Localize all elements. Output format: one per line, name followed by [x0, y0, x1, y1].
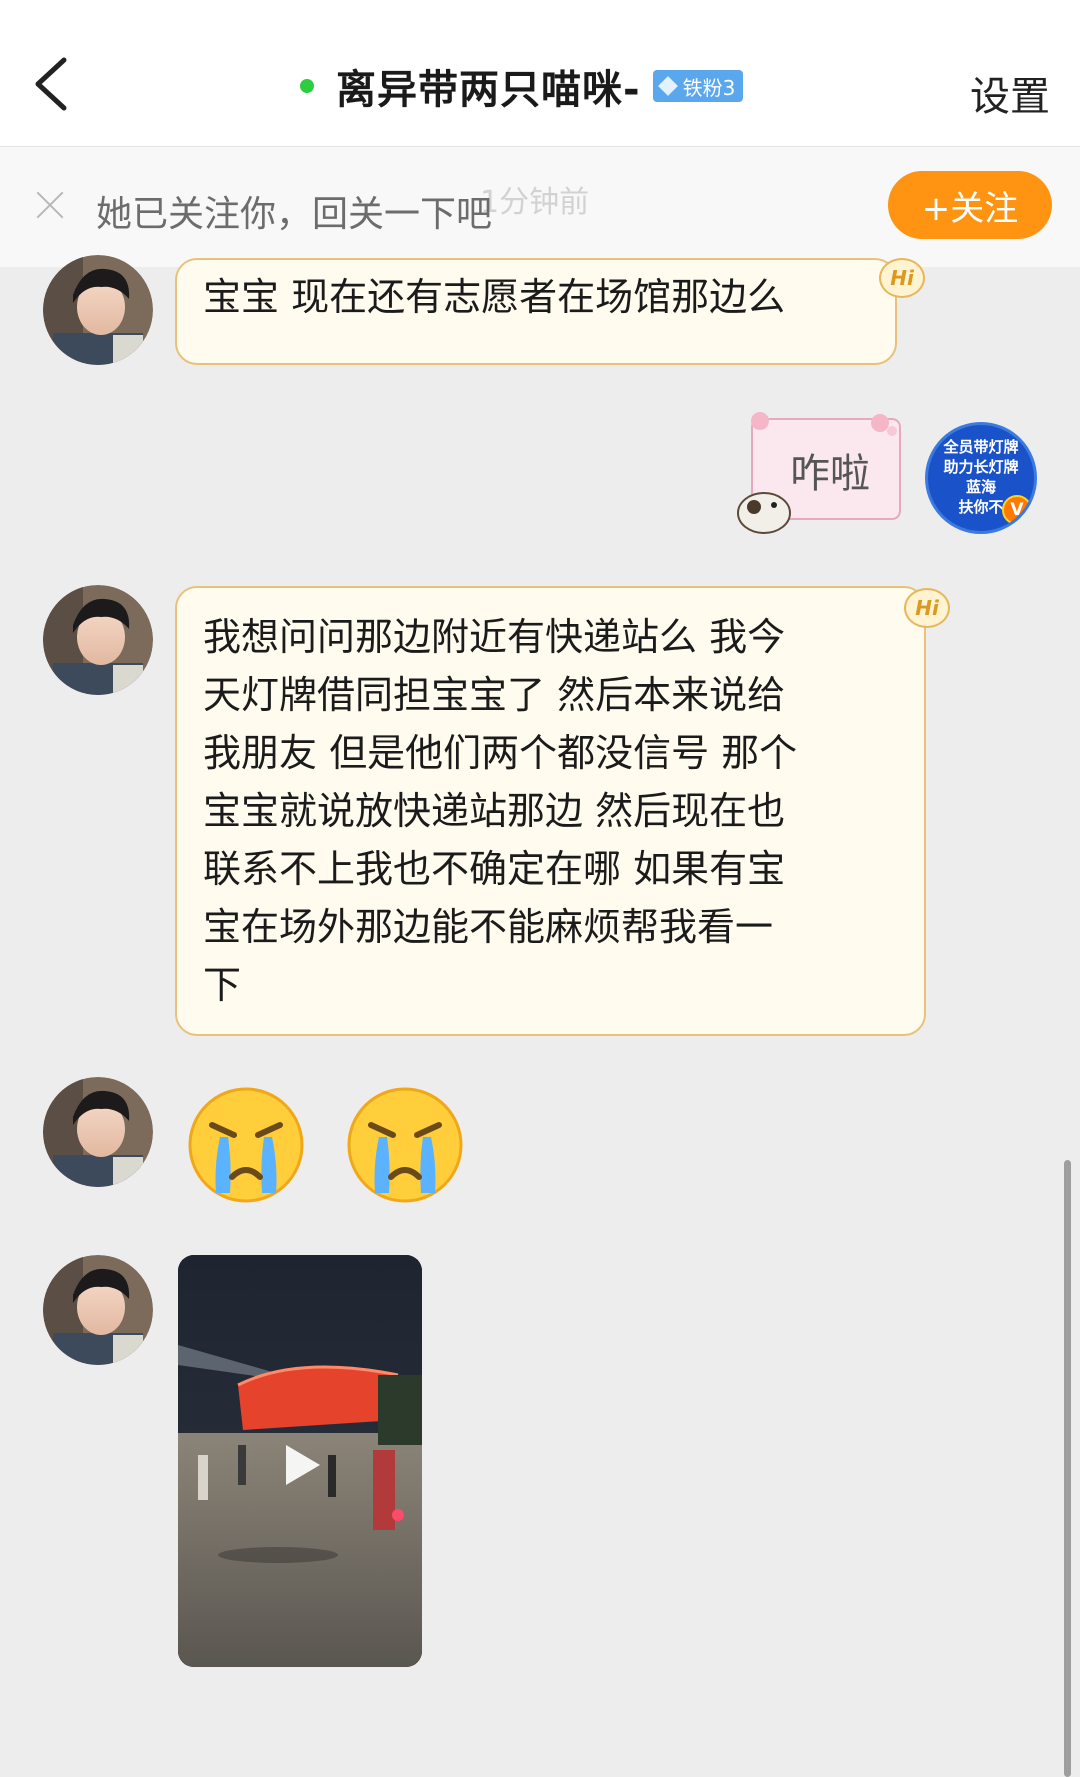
crying-face-icon[interactable]	[186, 1085, 306, 1205]
avatar-image	[43, 1255, 153, 1365]
video-message[interactable]	[178, 1255, 422, 1667]
fan-level-badge: 铁粉3	[652, 70, 744, 102]
close-icon[interactable]	[34, 189, 66, 221]
scrollbar[interactable]	[1064, 1160, 1071, 1777]
sender-avatar[interactable]	[43, 1255, 153, 1365]
fan-badge-label: 铁粉3	[682, 75, 736, 100]
avatar-image	[43, 255, 153, 365]
chevron-left-icon[interactable]	[28, 54, 78, 114]
verified-badge: V	[1002, 495, 1032, 525]
avatar-image	[43, 585, 153, 695]
chat-header: 离异带两只喵咪- 铁粉3 设置	[0, 0, 1080, 147]
message-line: 我朋友 但是他们两个都没信号 那个	[203, 731, 798, 775]
sender-avatar[interactable]	[43, 1077, 153, 1187]
message-line: 天灯牌借同担宝宝了 然后本来说给	[203, 673, 786, 717]
message-line: 我想问问那边附近有快递站么 我今	[203, 615, 786, 659]
online-status-dot	[300, 79, 314, 93]
play-icon[interactable]	[274, 1439, 326, 1491]
settings-button[interactable]: 设置	[970, 64, 1050, 122]
message-text: 宝宝 现在还有志愿者在场馆那边么	[203, 275, 786, 319]
message-line: 宝宝就说放快递站那边 然后现在也	[203, 789, 786, 833]
sender-avatar[interactable]	[43, 585, 153, 695]
message-line: 联系不上我也不确定在哪 如果有宝	[203, 847, 786, 891]
diamond-icon	[657, 76, 678, 96]
follow-button[interactable]: +关注	[888, 171, 1052, 239]
crying-face-icon[interactable]	[345, 1085, 465, 1205]
avatar-image	[43, 1077, 153, 1187]
hi-tag-icon: Hi	[879, 258, 925, 298]
sticker-message[interactable]: 咋啦	[730, 405, 910, 535]
message-line: 下	[203, 963, 242, 1007]
follow-back-bar: 1分钟前 她已关注你，回关一下吧 +关注	[0, 147, 1080, 267]
message-time: 1分钟前	[480, 185, 590, 220]
hi-tag-icon: Hi	[904, 588, 950, 628]
message-bubble[interactable]: 宝宝 现在还有志愿者在场馆那边么	[175, 258, 897, 365]
message-line: 宝在场外那边能不能麻烦帮我看一	[203, 905, 774, 949]
sticker-text: 咋啦	[790, 451, 870, 497]
sender-avatar[interactable]	[43, 255, 153, 365]
follow-back-text: 她已关注你，回关一下吧	[96, 194, 493, 235]
message-bubble[interactable]: 我想问问那边附近有快递站么 我今 天灯牌借同担宝宝了 然后本来说给 我朋友 但是…	[175, 586, 926, 1036]
chat-title-group[interactable]: 离异带两只喵咪- 铁粉3	[300, 58, 744, 114]
self-avatar[interactable]: 全员带灯牌 助力长灯牌 蓝海 扶你不 V	[925, 422, 1037, 534]
chat-title: 离异带两只喵咪-	[336, 67, 641, 113]
